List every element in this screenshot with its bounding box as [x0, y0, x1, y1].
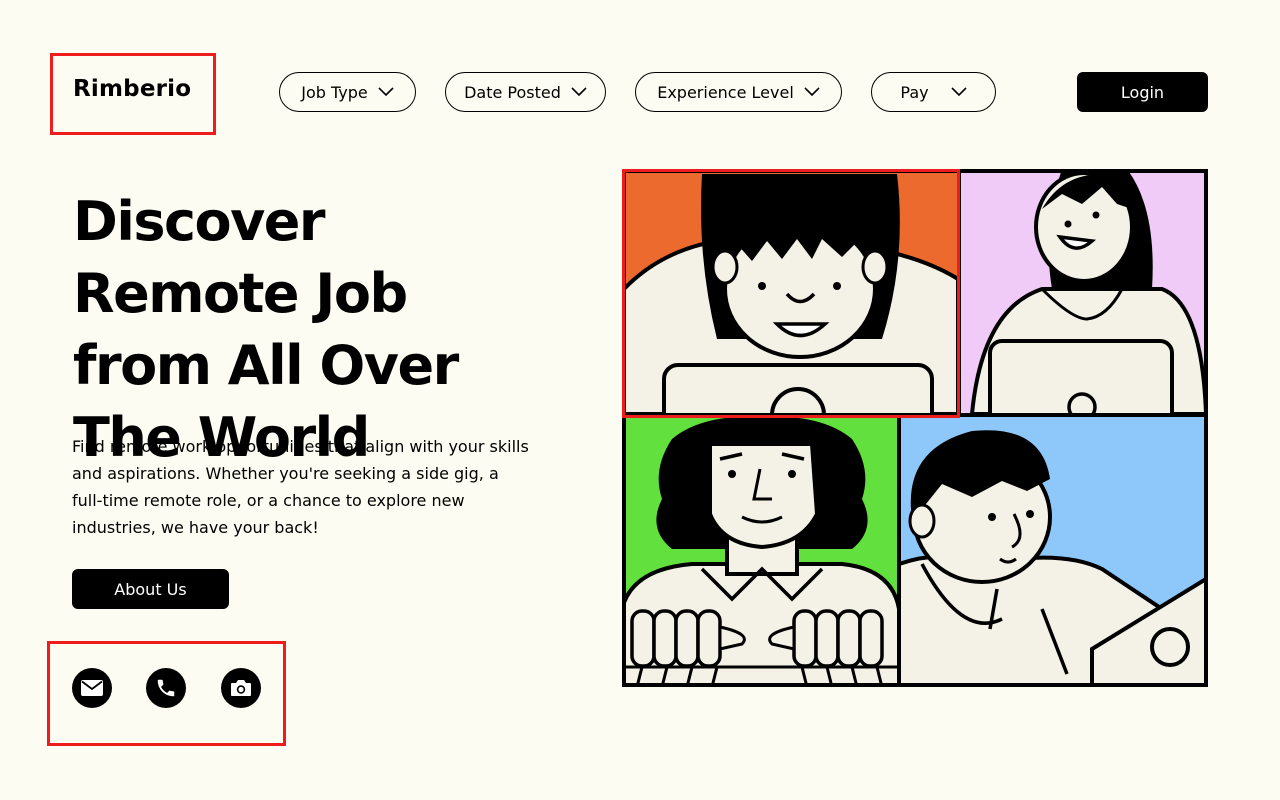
- panel-man-short-hair: [899, 415, 1206, 685]
- about-us-button[interactable]: About Us: [72, 569, 229, 609]
- panel-woman-long-hair: [959, 171, 1206, 414]
- filter-pay[interactable]: Pay: [871, 72, 996, 112]
- chevron-down-icon: [951, 87, 967, 97]
- logo-highlight-box: [50, 53, 216, 135]
- panel-man-curly-hair: [624, 415, 899, 685]
- filter-label: Job Type: [301, 82, 368, 102]
- illustration-highlight-box: [622, 169, 960, 418]
- filter-label: Experience Level: [657, 82, 794, 102]
- landing-page: Rimberio Job Type Date Posted Experience…: [0, 0, 1280, 800]
- hero-description: Find remote work opportunities that alig…: [72, 437, 529, 537]
- filter-label: Date Posted: [464, 82, 561, 102]
- login-button[interactable]: Login: [1077, 72, 1208, 112]
- hero-title: Discover Remote Job from All Over The Wo…: [73, 190, 459, 469]
- chevron-down-icon: [571, 87, 587, 97]
- filter-date-posted[interactable]: Date Posted: [445, 72, 606, 112]
- chevron-down-icon: [378, 87, 394, 97]
- filter-experience-level[interactable]: Experience Level: [635, 72, 842, 112]
- filter-label: Pay: [900, 82, 929, 102]
- filter-job-type[interactable]: Job Type: [279, 72, 416, 112]
- chevron-down-icon: [804, 87, 820, 97]
- social-highlight-box: [47, 641, 286, 746]
